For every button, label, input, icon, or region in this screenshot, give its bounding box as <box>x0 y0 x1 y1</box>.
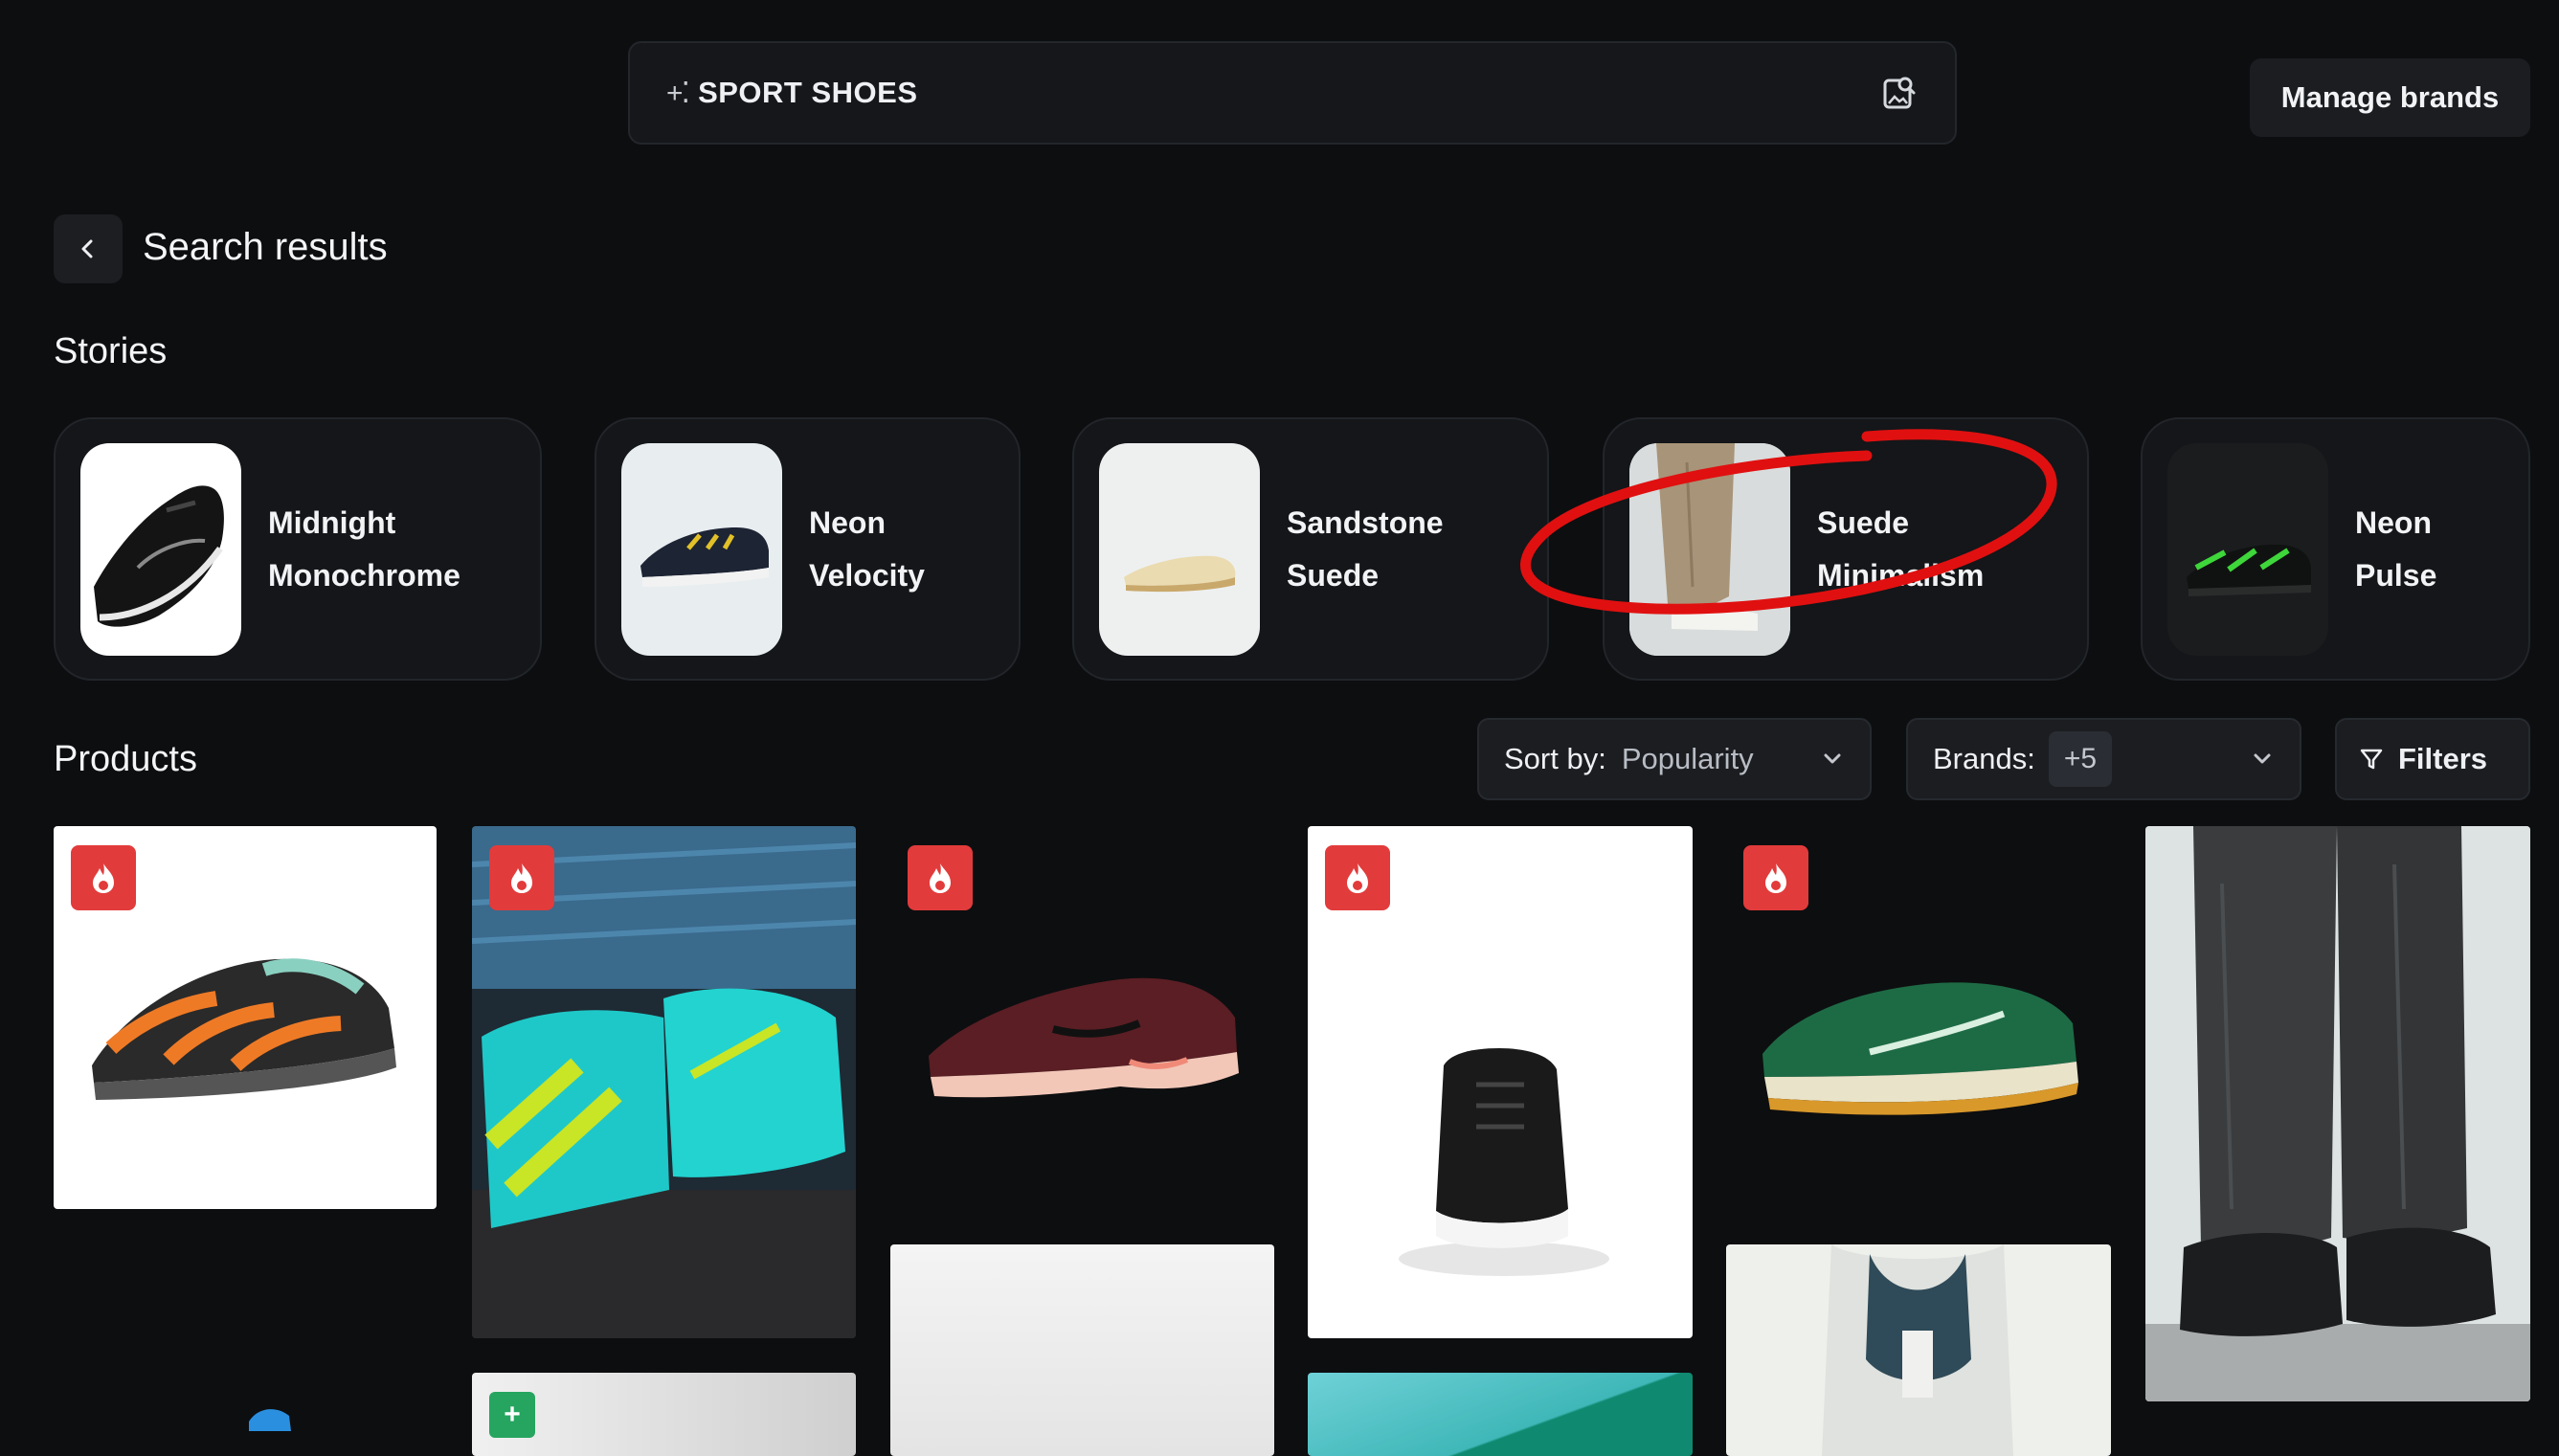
plus-icon: + <box>489 1392 535 1438</box>
story-label: Sandstone Suede <box>1287 497 1444 602</box>
story-title-line: Monochrome <box>268 557 460 593</box>
story-title-line: Sandstone <box>1287 504 1444 540</box>
back-button[interactable] <box>54 214 123 283</box>
story-thumbnail <box>80 442 241 656</box>
filters-button[interactable]: Filters <box>2335 718 2530 800</box>
flame-icon <box>908 845 973 910</box>
manage-brands-button[interactable]: Manage brands <box>2250 58 2530 137</box>
story-title-line: Suede <box>1287 557 1380 593</box>
product-card[interactable] <box>2145 826 2530 1401</box>
story-title-line: Neon <box>809 504 886 540</box>
product-card[interactable] <box>1308 1373 1693 1456</box>
filters-label: Filters <box>2398 742 2488 775</box>
product-card[interactable]: + <box>472 1373 856 1456</box>
flame-icon <box>71 845 136 910</box>
chevron-down-icon <box>1824 753 1841 764</box>
product-card[interactable] <box>472 826 856 1338</box>
story-title-line: Pulse <box>2355 557 2437 593</box>
story-card[interactable]: Midnight Monochrome <box>54 417 542 681</box>
chevron-left-icon <box>81 239 93 258</box>
search-bar[interactable]: +⁚ SPORT SHOES <box>628 41 1957 145</box>
product-card[interactable] <box>1308 826 1693 1338</box>
sort-value: Popularity <box>1621 742 1754 775</box>
product-card[interactable] <box>1726 1244 2111 1456</box>
story-label: Neon Velocity <box>809 497 925 602</box>
search-query: SPORT SHOES <box>698 76 918 109</box>
brands-label: Brands: <box>1933 742 2035 775</box>
story-title-line: Minimalism <box>1817 557 1985 593</box>
chevron-down-icon <box>2254 753 2271 764</box>
filter-icon <box>2360 749 2383 770</box>
story-card[interactable]: Suede Minimalism <box>1603 417 2089 681</box>
story-thumbnail <box>621 442 782 656</box>
story-label: Neon Pulse <box>2355 497 2436 602</box>
app-page: +⁚ SPORT SHOES Manage brands Search resu… <box>0 0 2559 1456</box>
story-card[interactable]: Neon Velocity <box>595 417 1021 681</box>
story-card[interactable]: Sandstone Suede <box>1072 417 1549 681</box>
product-card-partial[interactable] <box>211 1393 306 1456</box>
story-label: Midnight Monochrome <box>268 497 460 602</box>
story-label: Suede Minimalism <box>1817 497 1984 602</box>
brands-dropdown[interactable]: Brands: +5 <box>1906 718 2301 800</box>
story-card[interactable]: Neon Pulse <box>2141 417 2530 681</box>
story-title-line: Suede <box>1817 504 1910 540</box>
flame-icon <box>489 845 554 910</box>
brands-count-badge: +5 <box>2048 731 2113 787</box>
product-card[interactable] <box>890 826 1274 1209</box>
story-title-line: Midnight <box>268 504 396 540</box>
product-card[interactable] <box>890 1244 1274 1456</box>
image-search-icon[interactable] <box>1880 74 1919 112</box>
sparkle-icon: +⁚ <box>666 77 690 109</box>
flame-icon <box>1743 845 1808 910</box>
sort-dropdown[interactable]: Sort by: Popularity <box>1477 718 1872 800</box>
product-card[interactable] <box>54 826 437 1209</box>
story-thumbnail <box>2167 442 2328 656</box>
stories-heading: Stories <box>54 331 168 371</box>
story-title-line: Neon <box>2355 504 2432 540</box>
story-title-line: Velocity <box>809 557 925 593</box>
sort-label: Sort by: <box>1504 742 1606 775</box>
page-title: Search results <box>143 226 388 268</box>
flame-icon <box>1325 845 1390 910</box>
products-heading: Products <box>54 739 197 779</box>
story-thumbnail <box>1629 442 1790 656</box>
product-card[interactable] <box>1726 826 2111 1209</box>
story-thumbnail <box>1099 442 1260 656</box>
